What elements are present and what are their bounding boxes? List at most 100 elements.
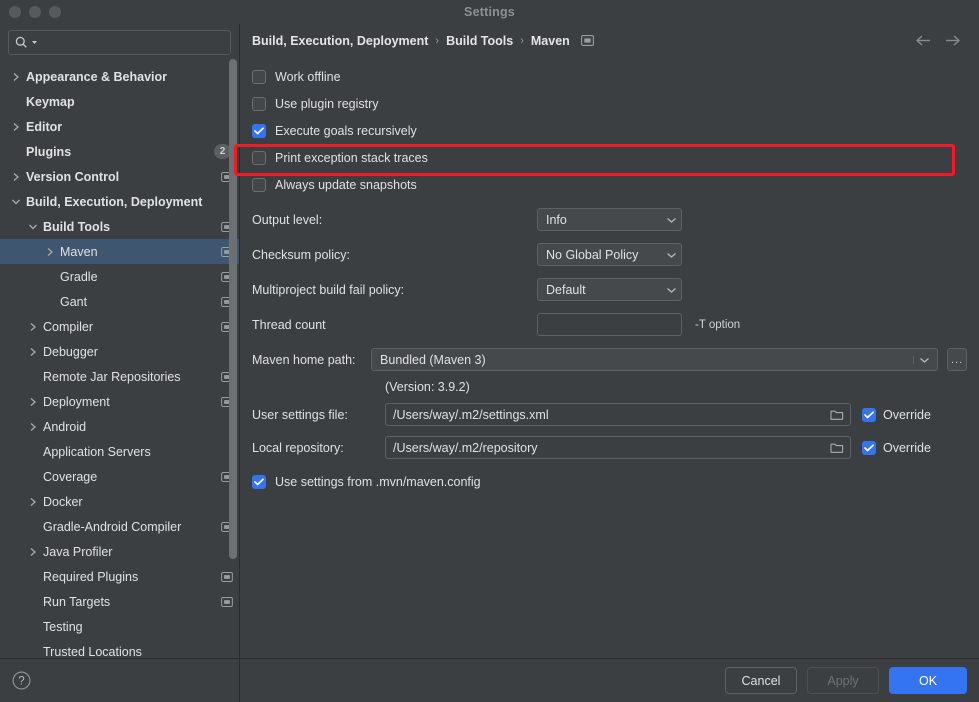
sidebar-item-label: Docker (43, 494, 83, 509)
project-scope-icon (221, 571, 233, 582)
sidebar-item-label: Editor (26, 119, 63, 134)
sidebar-item-label: Compiler (43, 319, 94, 334)
thread-count-row: Thread count -T option (252, 307, 967, 342)
chevron-down-icon[interactable] (9, 198, 22, 206)
sidebar-item-deployment[interactable]: Deployment (0, 389, 239, 414)
checksum-policy-label: Checksum policy: (252, 247, 350, 262)
sidebar-item-android[interactable]: Android (0, 414, 239, 439)
maven-version-label: (Version: 3.9.2) (385, 380, 470, 394)
sidebar-item-run-targets[interactable]: Run Targets (0, 589, 239, 614)
breadcrumb-item-1[interactable]: Build Tools (446, 34, 513, 48)
help-icon[interactable]: ? (12, 671, 31, 690)
local-repository-input[interactable] (393, 440, 828, 455)
chevron-right-icon[interactable] (26, 322, 39, 332)
maven-checkbox-group: Work offline Use plugin registry Execute g… (252, 63, 967, 198)
cancel-button[interactable]: Cancel (725, 667, 797, 694)
folder-icon[interactable] (828, 409, 846, 421)
search-input[interactable] (41, 35, 224, 50)
checkbox-row-use-plugin-registry[interactable]: Use plugin registry (252, 90, 967, 117)
sidebar-item-testing[interactable]: Testing (0, 614, 239, 639)
checkbox[interactable] (252, 150, 266, 165)
output-level-select[interactable]: Info (537, 208, 682, 231)
project-scope-icon (221, 596, 233, 607)
folder-icon[interactable] (828, 442, 846, 454)
checkbox-row-execute-goals-recursively[interactable]: Execute goals recursively (252, 117, 967, 144)
breadcrumb-separator: › (435, 34, 440, 47)
checkbox-row-work-offline[interactable]: Work offline (252, 63, 967, 90)
local-repository-field[interactable] (385, 436, 851, 459)
chevron-right-icon[interactable] (26, 397, 39, 407)
sidebar-item-gradle[interactable]: Gradle (0, 264, 239, 289)
user-settings-label: User settings file: (252, 407, 348, 422)
back-arrow-icon[interactable] (915, 34, 932, 47)
sidebar-item-label: Trusted Locations (43, 644, 142, 659)
sidebar-item-version-control[interactable]: Version Control (0, 164, 239, 189)
multiproject-policy-value: Default (546, 282, 586, 297)
chevron-down-icon[interactable] (913, 355, 933, 364)
sidebar-item-remote-jar-repositories[interactable]: Remote Jar Repositories (0, 364, 239, 389)
chevron-right-icon[interactable] (9, 122, 22, 132)
sidebar-item-label: Run Targets (43, 594, 111, 609)
sidebar-item-appearance-behavior[interactable]: Appearance & Behavior (0, 64, 239, 89)
checkbox-row-print-exception-stack-traces[interactable]: Print exception stack traces (252, 144, 967, 171)
sidebar-item-java-profiler[interactable]: Java Profiler (0, 539, 239, 564)
sidebar-item-build-tools[interactable]: Build Tools (0, 214, 239, 239)
sidebar-item-required-plugins[interactable]: Required Plugins (0, 564, 239, 589)
sidebar-item-label: Build Tools (43, 219, 111, 234)
sidebar-item-label: Coverage (43, 469, 98, 484)
sidebar-item-compiler[interactable]: Compiler (0, 314, 239, 339)
user-settings-override[interactable]: Override (862, 407, 931, 422)
chevron-right-icon[interactable] (43, 247, 56, 257)
use-mvn-config-label: Use settings from .mvn/maven.config (275, 474, 481, 489)
sidebar-item-debugger[interactable]: Debugger (0, 339, 239, 364)
sidebar-item-trusted-locations[interactable]: Trusted Locations (0, 639, 239, 659)
sidebar-item-docker[interactable]: Docker (0, 489, 239, 514)
maven-home-browse-button[interactable]: ... (947, 348, 968, 371)
chevron-right-icon[interactable] (26, 422, 39, 432)
chevron-right-icon[interactable] (26, 547, 39, 557)
sidebar-item-editor[interactable]: Editor (0, 114, 239, 139)
chevron-right-icon[interactable] (26, 497, 39, 507)
multiproject-policy-select[interactable]: Default (537, 278, 682, 301)
sidebar-item-gradle-android-compiler[interactable]: Gradle-Android Compiler (0, 514, 239, 539)
use-mvn-config-row[interactable]: Use settings from .mvn/maven.config (252, 468, 967, 495)
search-box[interactable] (8, 30, 231, 55)
sidebar-item-application-servers[interactable]: Application Servers (0, 439, 239, 464)
search-dropdown-icon[interactable] (31, 39, 38, 46)
ok-button[interactable]: OK (889, 667, 967, 694)
sidebar-item-build-execution-deployment[interactable]: Build, Execution, Deployment (0, 189, 239, 214)
local-repository-override-checkbox[interactable] (862, 440, 876, 455)
dialog-footer: Cancel Apply OK (240, 658, 979, 702)
use-mvn-config-checkbox[interactable] (252, 474, 266, 489)
sidebar-item-coverage[interactable]: Coverage (0, 464, 239, 489)
checkbox[interactable] (252, 177, 266, 192)
sidebar-item-keymap[interactable]: Keymap (0, 89, 239, 114)
sidebar-item-gant[interactable]: Gant (0, 289, 239, 314)
checkbox[interactable] (252, 123, 266, 138)
thread-count-input[interactable] (545, 317, 706, 332)
checkbox[interactable] (252, 69, 266, 84)
user-settings-input[interactable] (393, 407, 828, 422)
sidebar-item-maven[interactable]: Maven (0, 239, 239, 264)
user-settings-override-checkbox[interactable] (862, 407, 876, 422)
chevron-right-icon[interactable] (9, 172, 22, 182)
chevron-right-icon[interactable] (9, 72, 22, 82)
sidebar-item-label: Build, Execution, Deployment (26, 194, 203, 209)
breadcrumb-item-0[interactable]: Build, Execution, Deployment (252, 34, 428, 48)
chevron-down-icon[interactable] (26, 223, 39, 231)
breadcrumb-item-2[interactable]: Maven (531, 34, 570, 48)
checkbox[interactable] (252, 96, 266, 111)
user-settings-field[interactable] (385, 403, 851, 426)
sidebar-item-label: Java Profiler (43, 544, 113, 559)
chevron-right-icon[interactable] (26, 347, 39, 357)
thread-count-field[interactable] (537, 313, 706, 336)
checksum-policy-select[interactable]: No Global Policy (537, 243, 682, 266)
forward-arrow-icon[interactable] (944, 34, 961, 47)
sidebar-scrollbar[interactable] (229, 59, 237, 559)
checkbox-row-always-update-snapshots[interactable]: Always update snapshots (252, 171, 967, 198)
chevron-down-icon (666, 216, 677, 224)
sidebar-item-plugins[interactable]: Plugins 2 (0, 139, 239, 164)
local-repository-override[interactable]: Override (862, 440, 931, 455)
maven-home-select[interactable]: Bundled (Maven 3) (371, 348, 939, 371)
svg-text:?: ? (18, 676, 24, 688)
